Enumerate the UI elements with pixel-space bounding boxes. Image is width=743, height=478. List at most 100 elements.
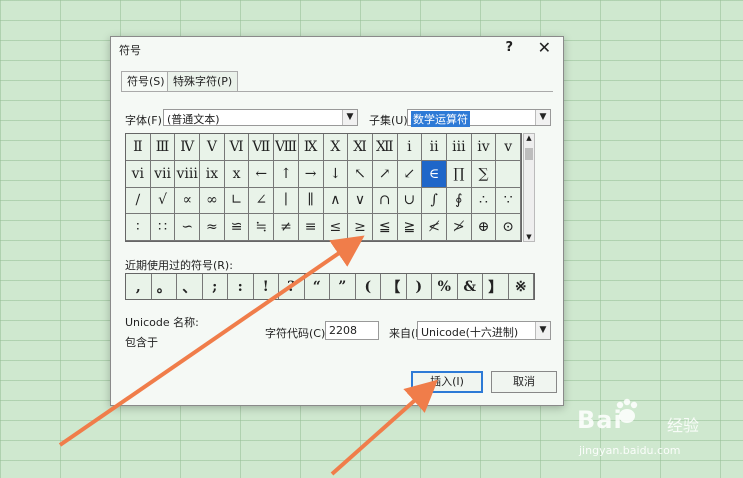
symbol-cell[interactable]: ≥: [348, 214, 373, 241]
font-select-value: (普通文本): [167, 113, 220, 126]
symbol-cell[interactable]: ≧: [397, 214, 423, 241]
symbol-cell[interactable]: ∶: [126, 214, 151, 241]
symbol-cell[interactable]: ⅳ: [471, 134, 497, 161]
symbol-cell[interactable]: →: [298, 160, 324, 188]
recent-symbol-cell[interactable]: ?: [279, 274, 305, 299]
char-code-label: 字符代码(C):: [265, 327, 329, 340]
symbol-cell[interactable]: ←: [249, 160, 275, 188]
symbol-cell[interactable]: [496, 160, 521, 188]
symbol-cell[interactable]: ≤: [323, 214, 349, 241]
close-button[interactable]: ✕: [538, 38, 551, 57]
symbol-cell[interactable]: ≦: [372, 214, 398, 241]
symbol-cell[interactable]: ⅹ: [224, 160, 250, 188]
symbol-cell[interactable]: ≠: [274, 214, 299, 241]
from-select[interactable]: Unicode(十六进制) ▼: [417, 321, 551, 340]
title-bar[interactable]: 符号 ? ✕: [111, 37, 563, 61]
recent-symbol-cell[interactable]: ”: [330, 274, 356, 299]
symbol-cell[interactable]: Ⅳ: [175, 134, 201, 161]
chevron-down-icon[interactable]: ▼: [535, 110, 550, 125]
symbol-cell[interactable]: ∧: [323, 187, 349, 215]
symbol-cell[interactable]: Ⅲ: [150, 134, 176, 161]
symbol-cell[interactable]: Ⅻ: [372, 134, 398, 161]
symbol-cell[interactable]: ∑: [471, 160, 497, 188]
symbol-cell[interactable]: ∪: [397, 187, 423, 215]
symbol-cell[interactable]: ∠: [249, 187, 275, 215]
symbol-cell[interactable]: ≯: [446, 214, 472, 241]
symbol-cell[interactable]: ∮: [446, 187, 472, 215]
symbol-cell[interactable]: ⅰ: [397, 134, 423, 161]
recent-symbol-cell[interactable]: :: [228, 274, 254, 299]
symbol-cell[interactable]: ∏: [446, 160, 472, 188]
recent-symbol-cell[interactable]: ): [407, 274, 432, 299]
cancel-button[interactable]: 取消: [491, 371, 557, 393]
symbol-cell[interactable]: Ⅴ: [200, 134, 225, 161]
recent-symbol-cell[interactable]: 。: [152, 274, 177, 299]
tab-special-characters[interactable]: 特殊字符(P): [167, 71, 239, 91]
symbol-cell[interactable]: ⅲ: [446, 134, 472, 161]
tab-symbols[interactable]: 符号(S): [121, 71, 171, 92]
scroll-down-icon[interactable]: ▼: [524, 233, 534, 241]
scroll-thumb[interactable]: [525, 148, 533, 160]
symbol-cell[interactable]: ∨: [348, 187, 373, 215]
recent-symbol-cell[interactable]: &: [458, 274, 483, 299]
recent-symbol-cell[interactable]: (: [356, 274, 381, 299]
symbol-cell[interactable]: ≮: [422, 214, 447, 241]
symbol-cell[interactable]: ↖: [348, 160, 373, 188]
symbol-cell[interactable]: ↙: [397, 160, 423, 188]
symbol-cell[interactable]: ∥: [298, 187, 324, 215]
symbol-cell[interactable]: ⊕: [471, 214, 497, 241]
scroll-up-icon[interactable]: ▲: [524, 134, 534, 142]
symbol-cell[interactable]: ⅸ: [200, 160, 225, 188]
symbol-cell[interactable]: ⅱ: [422, 134, 447, 161]
symbol-cell[interactable]: ∫: [422, 187, 447, 215]
symbol-cell[interactable]: ↗: [372, 160, 398, 188]
symbol-cell[interactable]: ⅷ: [175, 160, 201, 188]
recent-symbol-cell[interactable]: “: [305, 274, 330, 299]
symbol-cell[interactable]: Ⅱ: [126, 134, 151, 161]
insert-button[interactable]: 插入(I): [411, 371, 483, 393]
subset-select[interactable]: 数学运算符 ▼: [407, 109, 551, 127]
symbol-cell[interactable]: ∈: [422, 160, 447, 188]
recent-symbol-cell[interactable]: ※: [509, 274, 534, 299]
recent-symbol-cell[interactable]: 【: [381, 274, 407, 299]
recent-symbol-cell[interactable]: ,: [126, 274, 152, 299]
symbol-cell[interactable]: ∕: [126, 187, 151, 215]
symbol-cell[interactable]: Ⅹ: [323, 134, 349, 161]
symbol-cell[interactable]: ∴: [471, 187, 497, 215]
symbol-cell[interactable]: ∞: [200, 187, 225, 215]
recent-symbol-cell[interactable]: 、: [177, 274, 203, 299]
symbol-cell[interactable]: ∽: [175, 214, 201, 241]
chevron-down-icon[interactable]: ▼: [535, 322, 550, 339]
recent-symbol-cell[interactable]: ;: [203, 274, 228, 299]
recent-symbol-cell[interactable]: %: [432, 274, 458, 299]
char-code-input[interactable]: 2208: [325, 321, 379, 340]
symbol-cell[interactable]: ↑: [274, 160, 299, 188]
symbol-cell[interactable]: ≒: [249, 214, 275, 241]
recent-symbol-cell[interactable]: !: [254, 274, 279, 299]
symbol-cell[interactable]: Ⅸ: [298, 134, 324, 161]
symbol-cell[interactable]: ⊙: [496, 214, 521, 241]
symbol-cell[interactable]: ≈: [200, 214, 225, 241]
symbol-cell[interactable]: ∟: [224, 187, 250, 215]
recent-symbol-cell[interactable]: 】: [483, 274, 509, 299]
symbol-cell[interactable]: ⅴ: [496, 134, 521, 161]
symbol-cell[interactable]: √: [150, 187, 176, 215]
symbol-grid-scrollbar[interactable]: ▲ ▼: [523, 133, 535, 242]
symbol-cell[interactable]: ≌: [224, 214, 250, 241]
symbol-cell[interactable]: ∩: [372, 187, 398, 215]
symbol-cell[interactable]: ⅵ: [126, 160, 151, 188]
symbol-cell[interactable]: ∷: [150, 214, 176, 241]
chevron-down-icon[interactable]: ▼: [342, 110, 357, 125]
symbol-cell[interactable]: ∣: [274, 187, 299, 215]
symbol-cell[interactable]: ∵: [496, 187, 521, 215]
symbol-cell[interactable]: Ⅶ: [249, 134, 275, 161]
symbol-cell[interactable]: Ⅺ: [348, 134, 373, 161]
symbol-cell[interactable]: ↓: [323, 160, 349, 188]
symbol-cell[interactable]: ≡: [298, 214, 324, 241]
symbol-cell[interactable]: ⅶ: [150, 160, 176, 188]
help-button[interactable]: ?: [505, 40, 513, 55]
symbol-cell[interactable]: Ⅵ: [224, 134, 250, 161]
symbol-cell[interactable]: ∝: [175, 187, 201, 215]
symbol-cell[interactable]: Ⅷ: [274, 134, 299, 161]
font-select[interactable]: (普通文本) ▼: [163, 109, 358, 126]
